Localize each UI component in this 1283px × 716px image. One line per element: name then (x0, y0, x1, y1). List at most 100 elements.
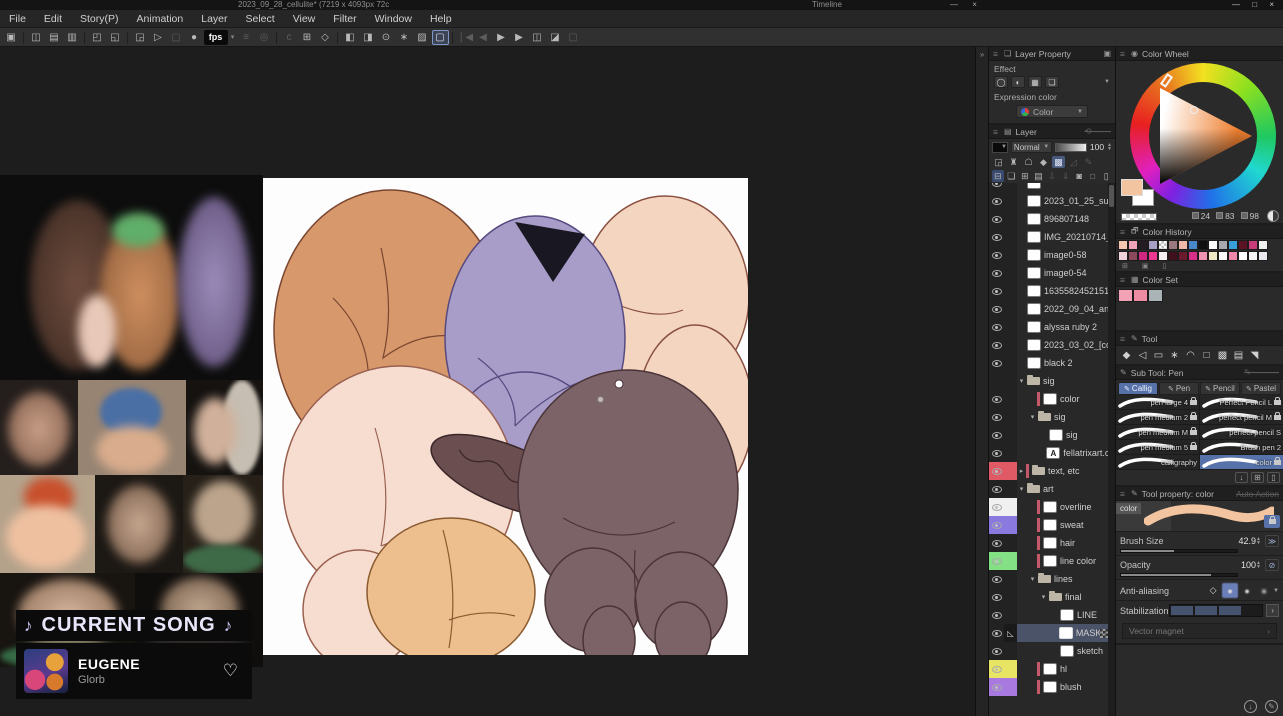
color-swatch[interactable] (1118, 251, 1128, 261)
color-swatch[interactable] (1128, 251, 1138, 261)
layer-visibility-toggle[interactable] (989, 426, 1004, 444)
lock-layer-icon[interactable]: ☖ (1022, 156, 1035, 168)
vector-magnet-row[interactable]: Vector magnet › (1122, 623, 1277, 639)
layer-color-label[interactable] (1004, 498, 1017, 516)
color-swatch[interactable] (1228, 251, 1238, 261)
first-frame-icon[interactable]: ❘◀ (457, 30, 474, 45)
brush-item-pen-medium-m[interactable]: pen medium M (1116, 425, 1199, 440)
layer-color-label[interactable] (1004, 534, 1017, 552)
color-swatch[interactable] (1188, 240, 1198, 250)
color-swatch[interactable] (1248, 251, 1258, 261)
brush-item-perfect-pencil-s[interactable]: perfect pencil S (1200, 425, 1283, 440)
layer-list[interactable]: 2023_01_25_succubus896807148IMG_20210714… (989, 183, 1115, 716)
new-page-icon[interactable]: ◰ (89, 30, 106, 45)
tone-effect-icon[interactable]: ◐ (1011, 76, 1025, 88)
move-tool-icon[interactable]: ◁ (1135, 348, 1150, 362)
layer-row-alyssa-ruby-2[interactable]: alyssa ruby 2 (989, 318, 1115, 336)
brush-size-value[interactable]: 42.9 (1239, 536, 1257, 546)
color-swatch[interactable] (1248, 240, 1258, 250)
brush-item-pen-medium-2[interactable]: pen medium 2 (1116, 410, 1199, 425)
layer-visibility-toggle[interactable] (989, 552, 1004, 570)
layer-row-color[interactable]: color (989, 390, 1115, 408)
palette-dock-icon[interactable]: ⊟ (992, 170, 1004, 182)
layer-color-effect-icon[interactable]: ❏ (1045, 76, 1059, 88)
layer-row-hair[interactable]: hair (989, 534, 1115, 552)
layer-row-line[interactable]: LINE (989, 606, 1115, 624)
layer-row[interactable] (989, 183, 1115, 192)
layer-color-label[interactable] (1004, 264, 1017, 282)
folder-expand-toggle[interactable]: ▾ (1028, 413, 1037, 421)
opacity-stepper[interactable]: ▲▼ (1107, 143, 1112, 151)
transform-tool-icon[interactable]: ▩ (1215, 348, 1230, 362)
layer-color-label[interactable] (1004, 354, 1017, 372)
layer-visibility-toggle[interactable] (989, 264, 1004, 282)
duplicate-subtool-icon[interactable]: ⊞ (1251, 472, 1264, 483)
layer-row-fellatrixart-com[interactable]: Afellatrixart.com (989, 444, 1115, 462)
opacity-value[interactable]: 100 (1241, 560, 1256, 570)
layer-color-label[interactable] (1004, 246, 1017, 264)
brush-item-perfect-pencil-l[interactable]: Perfect Pencil L (1200, 395, 1283, 410)
lock-transparent-icon[interactable]: ◆ (1037, 156, 1050, 168)
layer-row-lines[interactable]: ▾lines (989, 570, 1115, 588)
color-swatch[interactable] (1198, 240, 1208, 250)
layer-row-image0-54[interactable]: image0-54 (989, 264, 1115, 282)
menu-animation[interactable]: Animation (128, 13, 193, 25)
layer-color-label[interactable] (1004, 228, 1017, 246)
mesh-transform-icon[interactable]: ◇ (317, 30, 334, 45)
layer-color-label[interactable] (1004, 552, 1017, 570)
layer-visibility-toggle[interactable] (989, 390, 1004, 408)
draft-layer-icon[interactable]: ♜ (1007, 156, 1020, 168)
layer-row-final[interactable]: ▾final (989, 588, 1115, 606)
layer-visibility-toggle[interactable] (989, 462, 1004, 480)
zoom-tool-icon[interactable]: ⊙ (378, 30, 395, 45)
folder-expand-toggle[interactable]: ▸ (1017, 467, 1026, 475)
brush-item-color[interactable]: color (1200, 455, 1283, 470)
layer-row-2023-03-02-collab-[interactable]: 2023_03_02_[collab_ (989, 336, 1115, 354)
layer-row-sweat[interactable]: sweat (989, 516, 1115, 534)
clip-at-layer-icon[interactable]: ◲ (992, 156, 1005, 168)
layer-visibility-toggle[interactable] (989, 660, 1004, 678)
pen-tool-icon[interactable]: ◆ (1119, 348, 1134, 362)
layer-row-img-20210714-065921[interactable]: IMG_20210714_065921 (989, 228, 1115, 246)
layer-color-label[interactable] (1004, 318, 1017, 336)
color-swatch[interactable] (1228, 240, 1238, 250)
opacity-slider[interactable] (1120, 573, 1238, 577)
blank-icon[interactable]: ▢ (565, 30, 582, 45)
layers-tool-icon[interactable]: ▤ (1231, 348, 1246, 362)
layer-row-overline[interactable]: overline (989, 498, 1115, 516)
new-folder-icon[interactable]: ▤ (1033, 170, 1045, 182)
layer-row-sig[interactable]: ▾sig (989, 408, 1115, 426)
pencil-tool-icon[interactable]: ◥ (1247, 348, 1262, 362)
sparkle-tool-icon[interactable]: ∗ (396, 30, 413, 45)
layer-visibility-toggle[interactable] (989, 480, 1004, 498)
halftone-effect-icon[interactable]: ▦ (1028, 76, 1042, 88)
ruler-icon[interactable]: ◿ (1067, 156, 1080, 168)
layer-visibility-toggle[interactable] (989, 210, 1004, 228)
tool-tab[interactable]: Tool (1142, 334, 1158, 344)
opacity-dynamics-icon[interactable]: ⊘ (1265, 559, 1279, 571)
layer-visibility-toggle[interactable] (989, 354, 1004, 372)
menu-storyp[interactable]: Story(P) (71, 13, 128, 25)
fps-chevron-icon[interactable]: ▾ (229, 30, 237, 45)
menu-window[interactable]: Window (366, 13, 421, 25)
fps-dropdown[interactable]: fps (204, 30, 228, 45)
layer-visibility-toggle[interactable] (989, 246, 1004, 264)
menu-file[interactable]: File (0, 13, 35, 25)
menu-layer[interactable]: Layer (192, 13, 236, 25)
folder-expand-toggle[interactable]: ▾ (1017, 485, 1026, 493)
menu-edit[interactable]: Edit (35, 13, 71, 25)
layer-row-mask[interactable]: ◺MASK (989, 624, 1115, 642)
aa-strong-button[interactable]: ● (1256, 583, 1272, 598)
timeline-list-icon[interactable]: ≡ (238, 30, 255, 45)
aa-medium-button[interactable]: ● (1239, 583, 1255, 598)
panel-menu-icon[interactable]: ≡ (1120, 49, 1125, 59)
folder-expand-toggle[interactable]: ▾ (1039, 593, 1048, 601)
layer-visibility-toggle[interactable] (989, 588, 1004, 606)
color-swatch[interactable] (1148, 289, 1163, 302)
layer-visibility-toggle[interactable] (989, 570, 1004, 588)
play-all-icon[interactable]: ▶ (511, 30, 528, 45)
sv-picker-handle[interactable] (1190, 106, 1198, 114)
layer-color-label[interactable] (1004, 300, 1017, 318)
transfer-layer-icon[interactable]: ⇩ (1046, 170, 1058, 182)
layer-visibility-toggle[interactable] (989, 372, 1004, 390)
